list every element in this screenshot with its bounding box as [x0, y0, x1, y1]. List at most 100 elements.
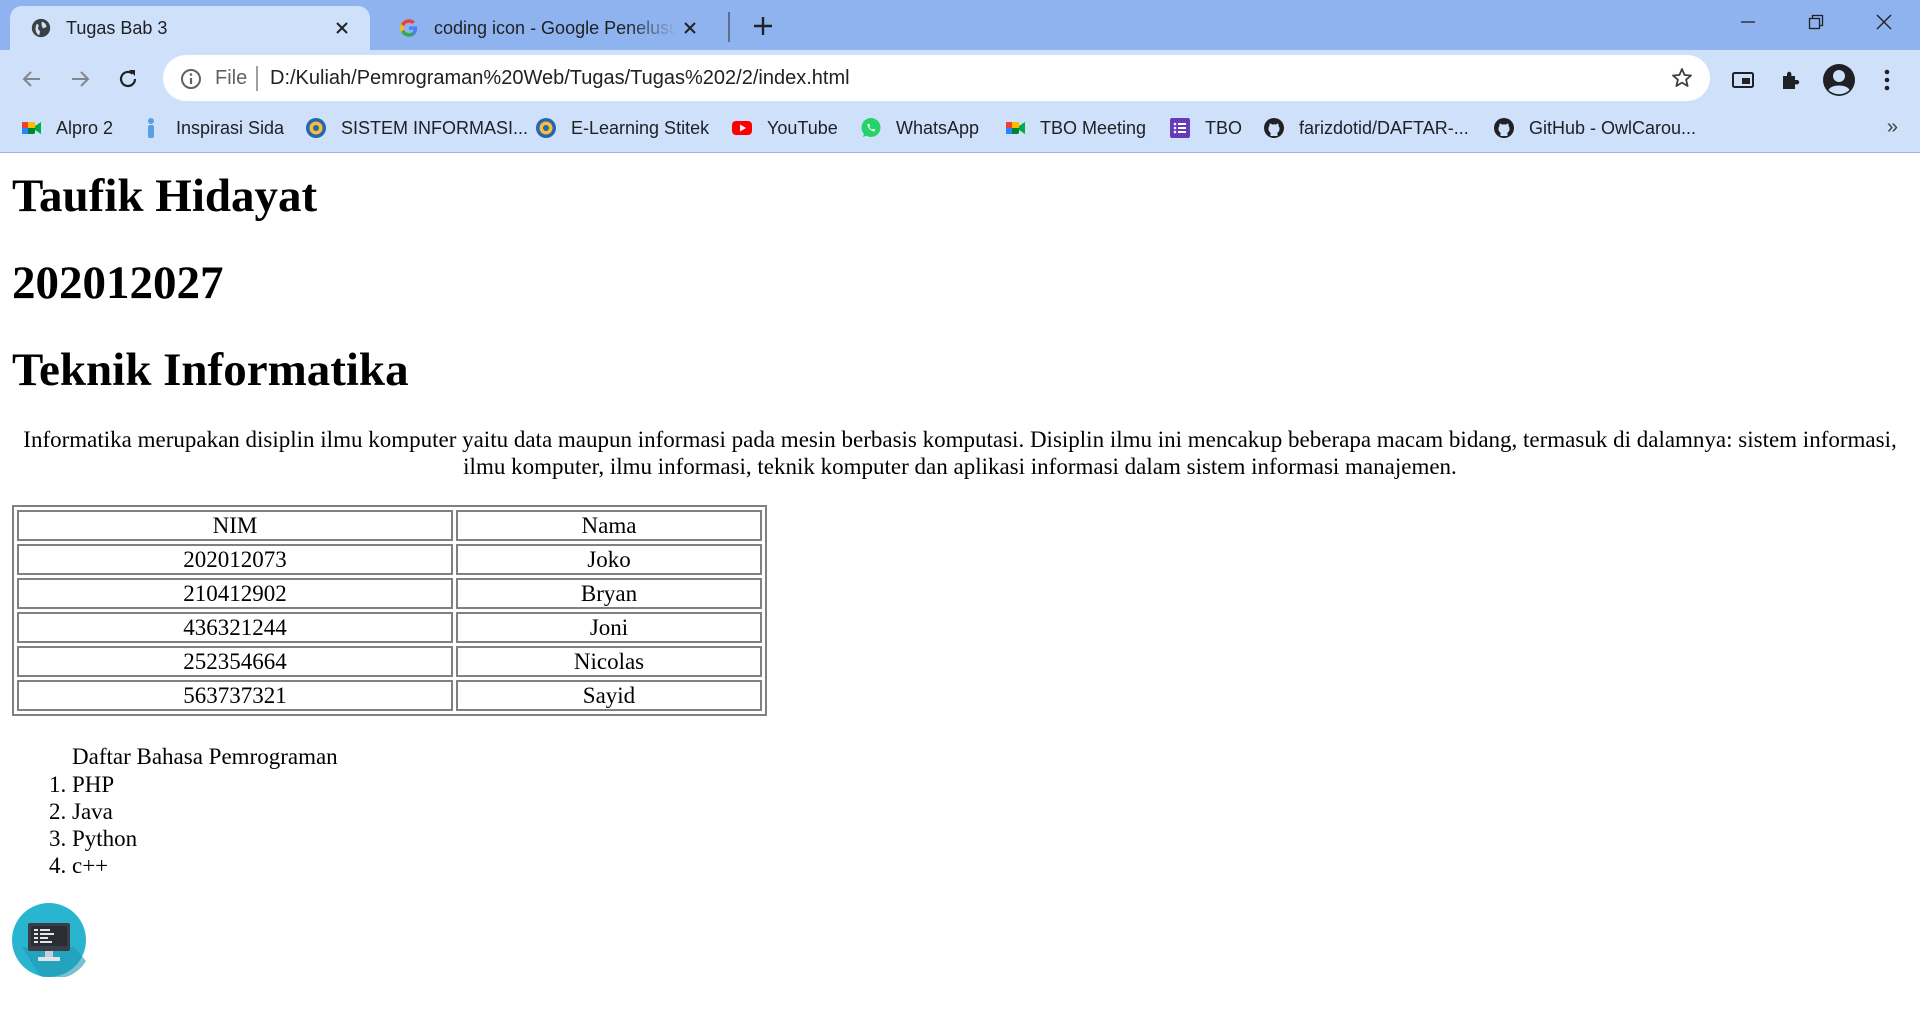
- bookmark-label: TBO Meeting: [1040, 117, 1147, 138]
- table-row: 210412902 Bryan: [17, 578, 762, 609]
- cell-nama: Bryan: [456, 578, 762, 609]
- bookmark-farizdotid-daftar[interactable]: farizdotid/DAFTAR-...: [1263, 117, 1469, 139]
- profile-button[interactable]: [1822, 63, 1856, 97]
- bookmark-label: YouTube: [767, 117, 838, 138]
- tab-inactive[interactable]: coding icon - Google Penelusuran: [378, 6, 718, 50]
- restore-icon: [1808, 14, 1824, 30]
- table-row: 563737321 Sayid: [17, 680, 762, 711]
- heading-student-id: 202012027: [12, 257, 224, 309]
- bookmark-label: Alpro 2: [56, 117, 114, 138]
- cell-nama: Joni: [456, 612, 762, 643]
- page-viewport: Taufik Hidayat 202012027 Teknik Informat…: [0, 153, 1920, 1021]
- university-logo-icon: [306, 118, 326, 138]
- bookmark-inspirasi-sida[interactable]: Inspirasi Sida: [140, 117, 284, 139]
- google-meet-icon: [1006, 122, 1025, 134]
- computer-monitor-code-icon: [12, 903, 86, 977]
- back-button[interactable]: [17, 64, 47, 94]
- tab-title: Tugas Bab 3: [66, 17, 168, 38]
- bookmark-label: TBO: [1205, 117, 1243, 138]
- account-icon: [1823, 64, 1855, 96]
- heading-department: Teknik Informatika: [12, 344, 409, 396]
- table-header-row: NIM Nama: [17, 510, 762, 541]
- cell-nama: Nicolas: [456, 646, 762, 677]
- url-scheme-label: File: [215, 67, 248, 89]
- tab-strip: Tugas Bab 3 coding icon - Google Penelus…: [0, 0, 1920, 50]
- address-divider: [256, 66, 258, 91]
- globe-icon: [31, 18, 51, 38]
- reload-icon: [119, 70, 137, 88]
- github-icon: [1494, 118, 1514, 138]
- close-icon: [1876, 14, 1892, 30]
- arrow-left-icon: [22, 71, 40, 87]
- bookmark-youtube[interactable]: YouTube: [731, 117, 838, 139]
- table-row: 252354664 Nicolas: [17, 646, 762, 677]
- more-bookmarks-button[interactable]: »: [1887, 116, 1898, 139]
- cell-nama: Joko: [456, 544, 762, 575]
- forward-button[interactable]: [65, 64, 95, 94]
- bookmark-label: Inspirasi Sida: [176, 117, 285, 138]
- table-row: 202012073 Joko: [17, 544, 762, 575]
- url-text[interactable]: D:/Kuliah/Pemrograman%20Web/Tugas/Tugas%…: [270, 67, 850, 90]
- minimize-button[interactable]: [1714, 0, 1782, 44]
- description-paragraph: Informatika merupakan disiplin ilmu komp…: [23, 427, 1897, 479]
- university-logo-icon: [536, 118, 556, 138]
- info-icon[interactable]: [179, 67, 203, 91]
- kebab-menu-icon: [1884, 69, 1890, 91]
- cell-nim: 252354664: [17, 646, 453, 677]
- cell-nim: 436321244: [17, 612, 453, 643]
- bookmark-github-owlcarousel[interactable]: GitHub - OwlCarou...: [1493, 117, 1696, 139]
- cell-nim: 202012073: [17, 544, 453, 575]
- restore-button[interactable]: [1782, 0, 1850, 44]
- cell-nama: Sayid: [456, 680, 762, 711]
- heading-name: Taufik Hidayat: [12, 170, 318, 222]
- cell-nim: 210412902: [17, 578, 453, 609]
- bookmark-e-learning-stitek[interactable]: E-Learning Stitek: [535, 117, 709, 139]
- menu-button[interactable]: [1872, 65, 1902, 95]
- close-window-button[interactable]: [1850, 0, 1918, 44]
- cell-nim: 563737321: [17, 680, 453, 711]
- tab-title: coding icon - Google Penelusuran: [434, 17, 676, 38]
- close-tab-icon[interactable]: [676, 14, 704, 42]
- list-heading: Daftar Bahasa Pemrograman: [72, 744, 338, 769]
- navigation-toolbar: File D:/Kuliah/Pemrograman%20Web/Tugas/T…: [0, 50, 1920, 106]
- bookmark-label: farizdotid/DAFTAR-...: [1299, 117, 1469, 138]
- minimize-icon: [1741, 21, 1755, 23]
- programming-language-list: PHP Java Python c++: [12, 771, 137, 879]
- whatsapp-icon: [861, 118, 881, 137]
- youtube-icon: [732, 121, 752, 135]
- bookmark-tbo[interactable]: TBO: [1169, 117, 1242, 139]
- github-icon: [1264, 118, 1284, 138]
- bookmark-label: SISTEM INFORMASI...: [341, 117, 529, 138]
- list-item: Java: [72, 798, 137, 825]
- google-meet-icon: [22, 122, 41, 134]
- list-item: c++: [72, 852, 137, 879]
- reload-button[interactable]: [113, 64, 143, 94]
- bookmarks-bar: Alpro 2 Inspirasi Sida SISTEM INFORMASI.…: [0, 106, 1920, 153]
- list-item: PHP: [72, 771, 137, 798]
- bookmark-alpro-2[interactable]: Alpro 2: [20, 117, 113, 139]
- address-bar[interactable]: File D:/Kuliah/Pemrograman%20Web/Tugas/T…: [163, 55, 1710, 101]
- tab-active[interactable]: Tugas Bab 3: [10, 6, 370, 50]
- person-icon: [148, 118, 154, 138]
- new-tab-button[interactable]: [748, 11, 778, 41]
- plus-icon: [754, 17, 772, 35]
- student-table: NIM Nama 202012073 Joko 210412902 Bryan …: [12, 505, 767, 716]
- tab-separator: [728, 12, 730, 42]
- google-icon: [400, 19, 418, 37]
- bookmark-label: E-Learning Stitek: [571, 117, 710, 138]
- table-row: 436321244 Joni: [17, 612, 762, 643]
- column-header-nim: NIM: [17, 510, 453, 541]
- bookmark-tbo-meeting[interactable]: TBO Meeting: [1004, 117, 1146, 139]
- puzzle-icon: [1783, 71, 1800, 89]
- bookmark-label: WhatsApp: [896, 117, 980, 138]
- bookmark-label: GitHub - OwlCarou...: [1529, 117, 1697, 138]
- list-item: Python: [72, 825, 137, 852]
- column-header-nama: Nama: [456, 510, 762, 541]
- picture-in-picture-button[interactable]: [1728, 65, 1758, 95]
- close-tab-icon[interactable]: [328, 14, 356, 42]
- bookmark-whatsapp[interactable]: WhatsApp: [860, 117, 979, 139]
- extensions-button[interactable]: [1776, 65, 1806, 95]
- picture-in-picture-icon: [1732, 72, 1754, 88]
- bookmark-sistem-informasi[interactable]: SISTEM INFORMASI...: [305, 117, 528, 139]
- bookmark-star-icon[interactable]: [1670, 66, 1694, 90]
